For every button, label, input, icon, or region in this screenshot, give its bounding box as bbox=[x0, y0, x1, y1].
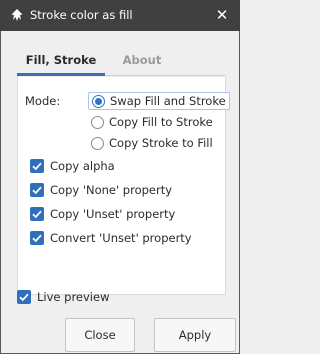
apply-button[interactable]: Apply bbox=[154, 318, 236, 352]
live-preview-label: Live preview bbox=[37, 290, 110, 304]
radio-button-icon[interactable] bbox=[92, 94, 105, 108]
checkmark-icon[interactable] bbox=[30, 207, 44, 221]
checkbox-live-preview[interactable]: Live preview bbox=[17, 288, 109, 306]
inkscape-app-icon bbox=[10, 8, 24, 22]
close-icon[interactable]: ✕ bbox=[211, 5, 233, 25]
checkbox-label: Copy 'None' property bbox=[50, 183, 173, 197]
tab-bar: Fill, Stroke About bbox=[17, 45, 226, 76]
radio-label: Swap Fill and Stroke bbox=[110, 94, 226, 108]
checkbox-label: Copy 'Unset' property bbox=[50, 207, 176, 221]
tab-pane: Mode: Swap Fill and Stroke Copy Fill to … bbox=[17, 77, 230, 295]
radio-copy-stroke-to-fill[interactable]: Copy Stroke to Fill bbox=[88, 134, 216, 152]
checkmark-icon[interactable] bbox=[30, 231, 44, 245]
title-bar: Stroke color as fill ✕ bbox=[0, 0, 240, 31]
checkmark-icon[interactable] bbox=[30, 159, 44, 173]
mode-label: Mode: bbox=[25, 94, 61, 108]
radio-button-icon[interactable] bbox=[91, 136, 104, 150]
checkbox-copy-none[interactable]: Copy 'None' property bbox=[30, 181, 172, 199]
tab-about[interactable]: About bbox=[105, 45, 179, 76]
checkbox-copy-alpha[interactable]: Copy alpha bbox=[30, 157, 115, 175]
checkmark-icon[interactable] bbox=[30, 183, 44, 197]
close-button[interactable]: Close bbox=[65, 318, 135, 352]
tab-fill-stroke[interactable]: Fill, Stroke bbox=[17, 45, 105, 76]
radio-label: Copy Stroke to Fill bbox=[109, 136, 213, 150]
checkbox-convert-unset[interactable]: Convert 'Unset' property bbox=[30, 229, 192, 247]
checkmark-icon[interactable] bbox=[17, 290, 31, 304]
radio-copy-fill-to-stroke[interactable]: Copy Fill to Stroke bbox=[88, 113, 216, 131]
radio-swap-fill-stroke[interactable]: Swap Fill and Stroke bbox=[88, 92, 230, 110]
checkbox-label: Copy alpha bbox=[50, 159, 115, 173]
radio-label: Copy Fill to Stroke bbox=[109, 115, 213, 129]
window-title: Stroke color as fill bbox=[30, 8, 133, 22]
radio-button-icon[interactable] bbox=[91, 115, 104, 129]
checkbox-copy-unset[interactable]: Copy 'Unset' property bbox=[30, 205, 175, 223]
dialog-window: Fill, Stroke About Mode: Swap Fill and S… bbox=[0, 31, 240, 354]
checkbox-label: Convert 'Unset' property bbox=[50, 231, 192, 245]
